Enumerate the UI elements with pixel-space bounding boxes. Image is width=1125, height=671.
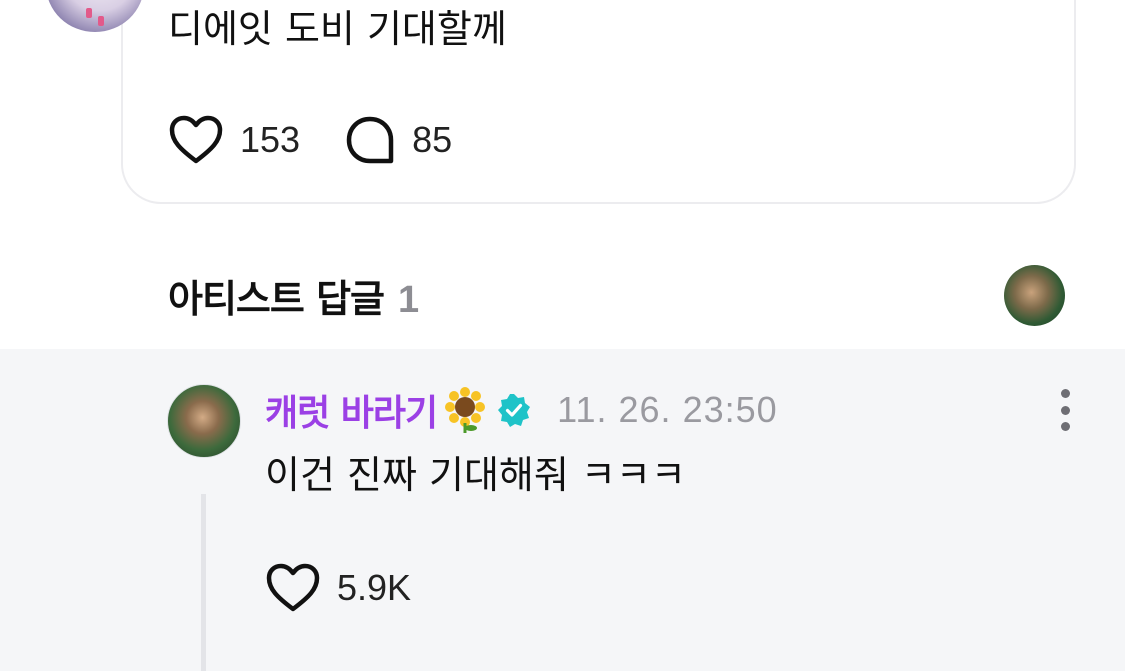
reply-author-name[interactable]: 캐럿 바라기 — [265, 384, 438, 436]
reply-like-count: 5.9K — [337, 567, 412, 608]
artist-replies-title: 아티스트 답글 — [168, 277, 385, 321]
sunflower-emoji — [445, 387, 486, 433]
post-comment-count: 85 — [412, 119, 453, 160]
artist-avatar-small[interactable] — [1004, 265, 1065, 326]
post-actions: 153 85 — [168, 110, 496, 170]
post-like-button[interactable]: 153 — [168, 114, 300, 166]
heart-icon — [266, 563, 320, 612]
post-comment-button[interactable]: 85 — [344, 114, 452, 166]
fan-post-screen: 디에잇 도비 기대할께 153 85 아티스트 답글 1 캐럿 바라기 11. … — [0, 0, 1125, 671]
reply-timestamp: 11. 26. 23:50 — [557, 389, 778, 430]
reply-actions: 5.9K — [265, 558, 455, 618]
verified-badge-icon — [498, 394, 531, 427]
reply-author-avatar[interactable] — [167, 384, 241, 458]
reply-header: 캐럿 바라기 11. 26. 23:50 — [265, 384, 778, 436]
post-like-count: 153 — [240, 119, 301, 160]
reply-like-button[interactable]: 5.9K — [265, 562, 411, 614]
reply-body-text: 이건 진짜 기대해줘 ㅋㅋㅋ — [265, 453, 686, 497]
more-vertical-icon — [1060, 389, 1070, 398]
comment-bubble-icon — [346, 116, 394, 164]
artist-replies-header: 아티스트 답글 1 — [168, 268, 419, 323]
heart-icon — [169, 115, 223, 164]
post-body-text: 디에잇 도비 기대할께 — [168, 7, 507, 51]
more-options-button[interactable] — [1052, 389, 1078, 431]
artist-replies-count: 1 — [398, 279, 420, 321]
thread-line — [201, 494, 206, 671]
